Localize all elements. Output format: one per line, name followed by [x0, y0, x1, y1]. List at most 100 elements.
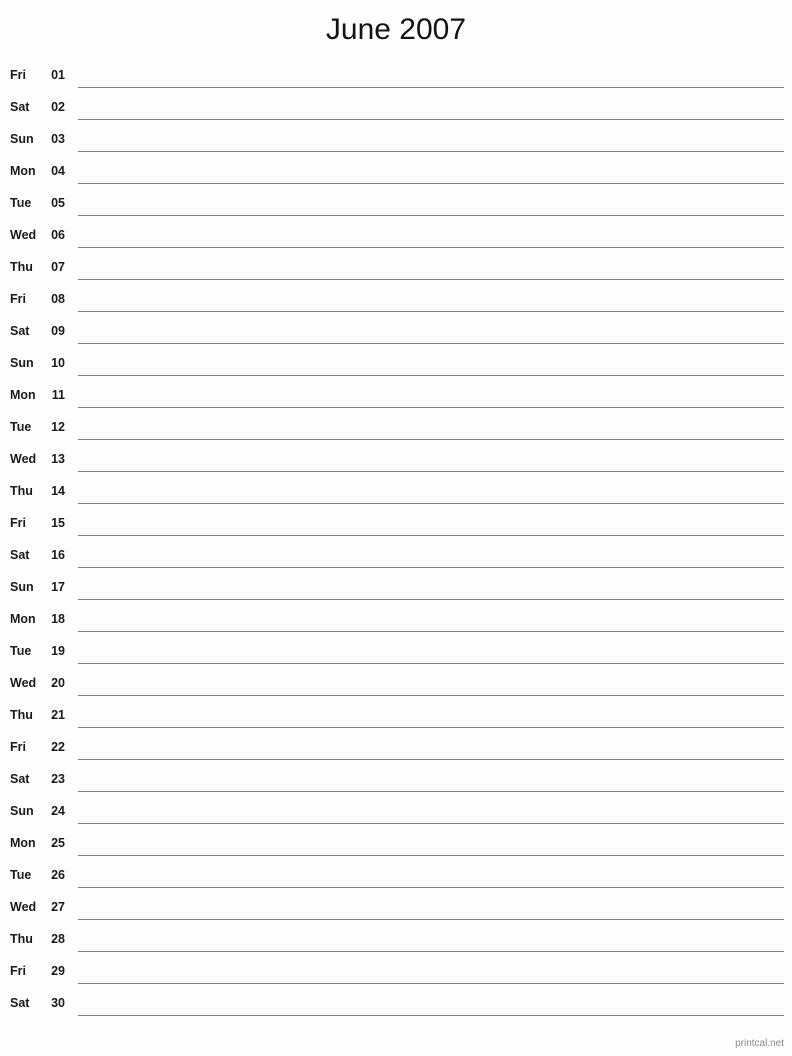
day-writing-line[interactable] — [78, 279, 784, 280]
day-number-label: 16 — [51, 548, 65, 562]
day-writing-line[interactable] — [78, 1015, 784, 1016]
day-writing-line[interactable] — [78, 535, 784, 536]
day-row[interactable]: Wed 13 — [0, 444, 792, 476]
day-writing-line[interactable] — [78, 471, 784, 472]
day-number-label: 18 — [51, 612, 65, 626]
day-number-label: 21 — [51, 708, 65, 722]
day-number-label: 25 — [51, 836, 65, 850]
day-number-label: 01 — [51, 68, 65, 82]
day-row[interactable]: Thu 14 — [0, 476, 792, 508]
day-writing-line[interactable] — [78, 663, 784, 664]
day-row[interactable]: Sat 09 — [0, 316, 792, 348]
day-number-label: 11 — [51, 388, 65, 402]
day-row[interactable]: Wed 06 — [0, 220, 792, 252]
day-weekday-label: Tue — [10, 644, 32, 658]
day-number-label: 20 — [51, 676, 65, 690]
day-number-label: 08 — [51, 292, 65, 306]
day-row[interactable]: Sun 17 — [0, 572, 792, 604]
day-row[interactable]: Tue 05 — [0, 188, 792, 220]
day-weekday-label: Tue — [10, 420, 32, 434]
day-row[interactable]: Wed 27 — [0, 892, 792, 924]
day-writing-line[interactable] — [78, 407, 784, 408]
day-row[interactable]: Tue 19 — [0, 636, 792, 668]
day-row[interactable]: Sat 16 — [0, 540, 792, 572]
day-number-label: 09 — [51, 324, 65, 338]
day-number-label: 03 — [51, 132, 65, 146]
day-row[interactable]: Thu 07 — [0, 252, 792, 284]
day-number-label: 17 — [51, 580, 65, 594]
day-number-label: 13 — [51, 452, 65, 466]
day-row[interactable]: Tue 12 — [0, 412, 792, 444]
day-number-label: 02 — [51, 100, 65, 114]
day-number-label: 22 — [51, 740, 65, 754]
day-weekday-label: Sat — [10, 548, 30, 562]
day-writing-line[interactable] — [78, 759, 784, 760]
day-row[interactable]: Sat 30 — [0, 988, 792, 1020]
day-number-label: 30 — [51, 996, 65, 1010]
day-weekday-label: Fri — [10, 68, 26, 82]
day-writing-line[interactable] — [78, 567, 784, 568]
day-row[interactable]: Mon 25 — [0, 828, 792, 860]
day-writing-line[interactable] — [78, 87, 784, 88]
day-row[interactable]: Fri 01 — [0, 60, 792, 92]
day-number-label: 06 — [51, 228, 65, 242]
day-writing-line[interactable] — [78, 503, 784, 504]
day-number-label: 27 — [51, 900, 65, 914]
day-writing-line[interactable] — [78, 855, 784, 856]
day-row[interactable]: Wed 20 — [0, 668, 792, 700]
day-number-label: 10 — [51, 356, 65, 370]
day-row[interactable]: Mon 18 — [0, 604, 792, 636]
day-row[interactable]: Mon 04 — [0, 156, 792, 188]
day-writing-line[interactable] — [78, 727, 784, 728]
day-row[interactable]: Mon 11 — [0, 380, 792, 412]
day-writing-line[interactable] — [78, 823, 784, 824]
day-writing-line[interactable] — [78, 215, 784, 216]
day-writing-line[interactable] — [78, 791, 784, 792]
day-row[interactable]: Sun 10 — [0, 348, 792, 380]
day-weekday-label: Tue — [10, 868, 32, 882]
day-number-label: 24 — [51, 804, 65, 818]
day-number-label: 05 — [51, 196, 65, 210]
day-writing-line[interactable] — [78, 375, 784, 376]
day-writing-line[interactable] — [78, 311, 784, 312]
day-row[interactable]: Sun 03 — [0, 124, 792, 156]
day-writing-line[interactable] — [78, 887, 784, 888]
day-writing-line[interactable] — [78, 919, 784, 920]
footer-credit: printcal.net — [735, 1038, 784, 1049]
day-number-label: 29 — [51, 964, 65, 978]
day-number-label: 19 — [51, 644, 65, 658]
day-weekday-label: Fri — [10, 740, 26, 754]
day-row[interactable]: Sat 23 — [0, 764, 792, 796]
day-row[interactable]: Sun 24 — [0, 796, 792, 828]
day-writing-line[interactable] — [78, 151, 784, 152]
day-row[interactable]: Fri 15 — [0, 508, 792, 540]
day-number-label: 07 — [51, 260, 65, 274]
day-row[interactable]: Tue 26 — [0, 860, 792, 892]
day-weekday-label: Sat — [10, 996, 30, 1010]
day-row[interactable]: Fri 22 — [0, 732, 792, 764]
day-writing-line[interactable] — [78, 599, 784, 600]
day-writing-line[interactable] — [78, 951, 784, 952]
day-writing-line[interactable] — [78, 343, 784, 344]
day-row-list: Fri 01 Sat 02 Sun 03 Mon 04 Tue 05 Wed 06 Thu 07 Fri 08… — [0, 60, 792, 1020]
day-row[interactable]: Fri 29 — [0, 956, 792, 988]
day-writing-line[interactable] — [78, 631, 784, 632]
day-weekday-label: Fri — [10, 292, 26, 306]
day-row[interactable]: Fri 08 — [0, 284, 792, 316]
day-row[interactable]: Sat 02 — [0, 92, 792, 124]
page-title: June 2007 — [325, 13, 467, 46]
day-writing-line[interactable] — [78, 119, 784, 120]
day-number-label: 14 — [51, 484, 65, 498]
day-row[interactable]: Thu 21 — [0, 700, 792, 732]
day-row[interactable]: Thu 28 — [0, 924, 792, 956]
day-number-label: 12 — [51, 420, 65, 434]
day-writing-line[interactable] — [78, 183, 784, 184]
day-writing-line[interactable] — [78, 695, 784, 696]
day-writing-line[interactable] — [78, 983, 784, 984]
day-weekday-label: Tue — [10, 196, 32, 210]
day-weekday-label: Sat — [10, 772, 30, 786]
day-number-label: 28 — [51, 932, 65, 946]
day-writing-line[interactable] — [78, 439, 784, 440]
day-number-label: 15 — [51, 516, 65, 530]
day-writing-line[interactable] — [78, 247, 784, 248]
